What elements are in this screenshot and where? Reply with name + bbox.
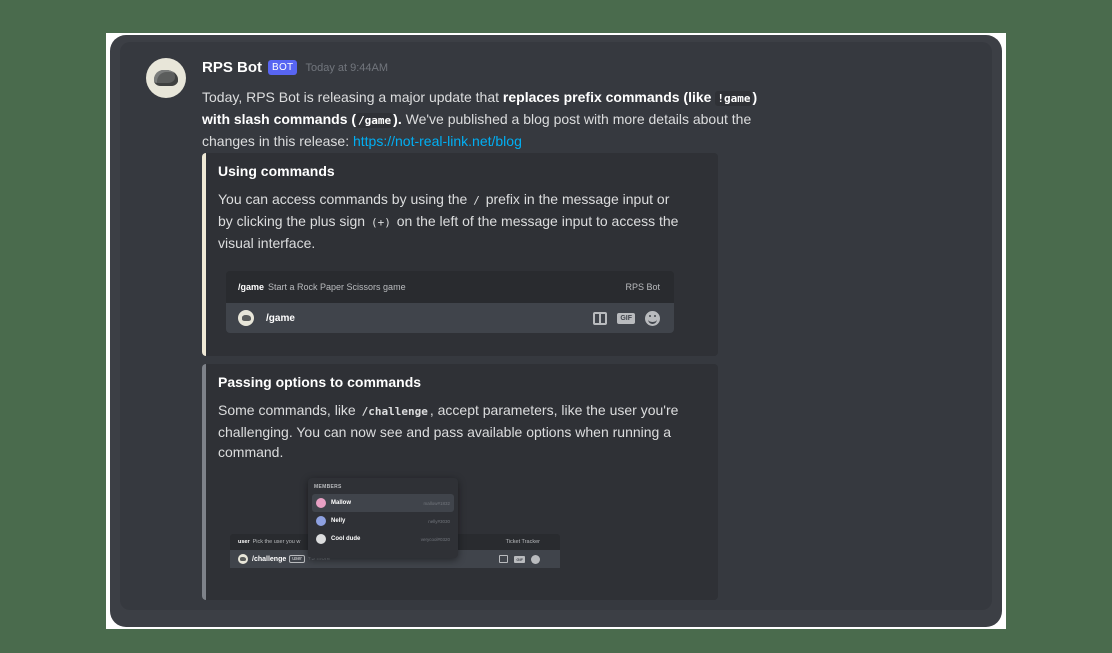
embed-description: You can access commands by using the / p… — [218, 191, 679, 251]
embed-accent-bar — [202, 153, 206, 356]
member-option: Nelly nelly#3030 — [312, 512, 454, 530]
rock-icon — [154, 70, 178, 86]
gif-icon: GIF — [514, 555, 525, 563]
embed-image-game-command: /game Start a Rock Paper Scissors game R… — [226, 271, 674, 333]
message-content: Today, RPS Bot is releasing a major upda… — [202, 89, 758, 149]
member-option: Cool dude verycool#0320 — [312, 530, 454, 548]
embed-description: Some commands, like /challenge, accept p… — [218, 402, 679, 460]
command-suggestion: /game Start a Rock Paper Scissors game R… — [226, 271, 674, 303]
emoji-icon — [531, 554, 540, 564]
inline-code: !game — [715, 91, 753, 106]
gift-icon — [499, 555, 509, 563]
bot-avatar[interactable] — [146, 58, 186, 98]
bot-avatar-small — [238, 554, 248, 564]
member-option: Mallow mallow#1832 — [312, 494, 454, 512]
embed-title: Using commands — [218, 163, 335, 179]
blog-link[interactable]: https://not-real-link.net/blog — [353, 133, 522, 149]
message-panel: RPS Bot BOT Today at 9:44AM Today, RPS B… — [120, 42, 992, 610]
embed-title: Passing options to commands — [218, 374, 422, 390]
message-input-preview: /game GIF — [226, 303, 674, 333]
embed-image-challenge-command: MEMBERS Mallow mallow#1832 Nelly nelly#3… — [202, 478, 718, 588]
option-pill: user — [289, 555, 305, 563]
message-header: RPS Bot BOT Today at 9:44AM — [202, 59, 388, 76]
timestamp: Today at 9:44AM — [305, 61, 389, 74]
embed-passing-options: Passing options to commands Some command… — [202, 364, 718, 600]
members-popup: MEMBERS Mallow mallow#1832 Nelly nelly#3… — [308, 478, 458, 558]
inline-code: /game — [356, 113, 394, 128]
emoji-icon — [645, 310, 660, 326]
gift-icon — [593, 311, 608, 325]
gif-icon: GIF — [617, 312, 635, 324]
author-name[interactable]: RPS Bot — [202, 59, 262, 76]
bot-avatar-small — [238, 310, 254, 326]
embed-using-commands: Using commands You can access commands b… — [202, 153, 718, 356]
bot-badge: BOT — [268, 60, 298, 75]
